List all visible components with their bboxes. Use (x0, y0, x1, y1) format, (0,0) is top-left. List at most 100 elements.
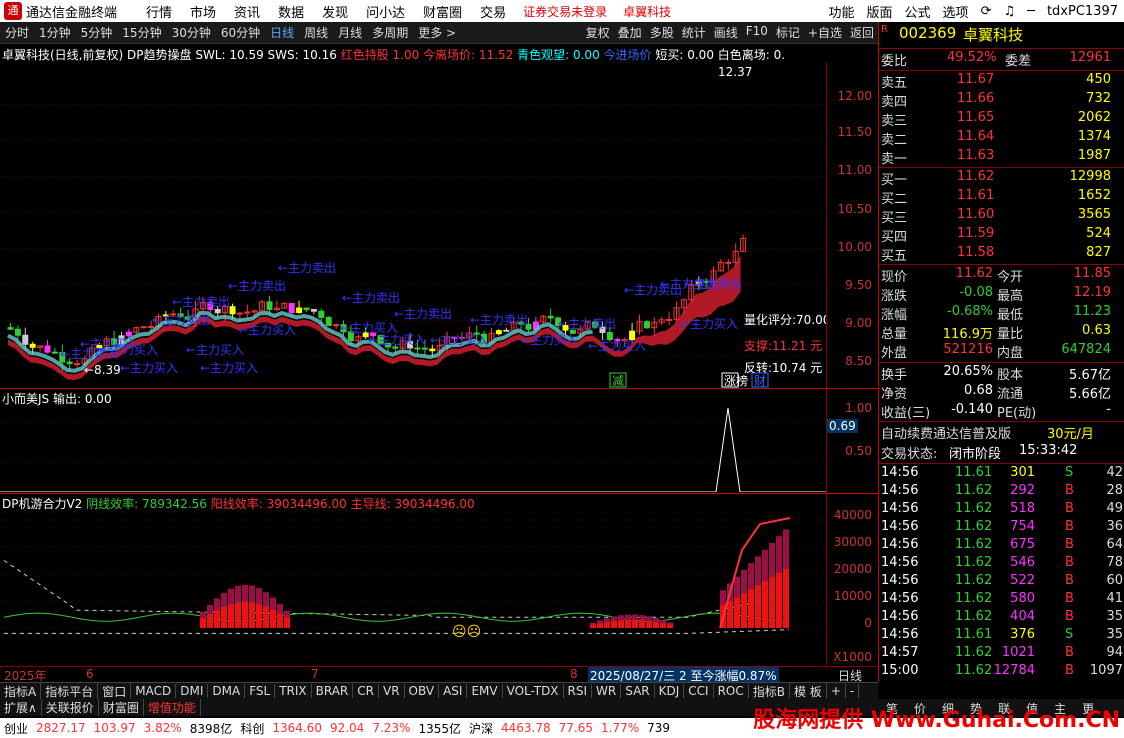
indicator-tab[interactable]: SAR (621, 684, 655, 698)
period-tab-fenshi[interactable]: 分时 (5, 24, 29, 41)
menu-market2[interactable]: 市场 (190, 2, 216, 21)
stat-row[interactable]: 现价 11.62 今开 11.85 (879, 266, 1124, 285)
indicator-tab[interactable]: RSI (564, 684, 593, 698)
tick-row[interactable]: 14:56 11.62 754 B 36 (879, 519, 1124, 538)
indicator-tab[interactable]: FSL (245, 684, 276, 698)
indicator-tab[interactable]: 指标B (749, 682, 790, 700)
ask-row[interactable]: 卖四 11.66 732 (879, 91, 1124, 110)
period-tab-5min[interactable]: 5分钟 (81, 24, 113, 41)
ask-row[interactable]: 卖二 11.64 1374 (879, 129, 1124, 148)
indicator-tab[interactable]: 指标A (0, 682, 42, 700)
menu-wealth[interactable]: 财富圈 (423, 2, 462, 21)
indicator-tab[interactable]: BRAR (312, 684, 354, 698)
tick-row[interactable]: 14:56 11.62 546 B 78 (879, 555, 1124, 574)
stat2-row[interactable]: 收益(三) -0.140 PE(动) - (879, 402, 1124, 421)
toolbar-mark[interactable]: 标记 (776, 24, 800, 41)
toolbar-draw[interactable]: 画线 (714, 24, 738, 41)
toolbar-back[interactable]: 返回 (850, 24, 874, 41)
indicator-tab[interactable]: DMI (176, 684, 209, 698)
period-tab-60min[interactable]: 60分钟 (221, 24, 260, 41)
indicator-tab[interactable]: 窗口 (98, 682, 132, 700)
stat-row[interactable]: 涨跌 -0.08 最高 12.19 (879, 285, 1124, 304)
idx-cy-name[interactable]: 创业 (4, 720, 28, 737)
sub1-chart[interactable] (0, 404, 826, 492)
quote-ratio-row[interactable]: 委比 49.52% 委差 12961 (879, 50, 1124, 69)
indicator-tab[interactable]: 模 板 (790, 682, 827, 700)
ad-row[interactable]: 自动续费通达信普及版 30元/月 (879, 423, 1124, 442)
minimize-icon[interactable]: ─ (1027, 4, 1035, 19)
bid-row[interactable]: 买四 11.59 524 (879, 226, 1124, 245)
period-tab-daily[interactable]: 日线 (270, 24, 294, 41)
indicator-tab[interactable]: DMA (208, 684, 246, 698)
indicator-tab[interactable]: EMV (467, 684, 503, 698)
tick-row[interactable]: 14:56 11.61 301 S 42 (879, 465, 1124, 484)
indicator-tab[interactable]: ASI (439, 684, 468, 698)
toolbar-fuquan[interactable]: 复权 (586, 24, 610, 41)
tick-row[interactable]: 15:00 11.62 12784 B 1097 (879, 663, 1124, 682)
indicator-tab[interactable]: VOL-TDX (503, 684, 564, 698)
extension-tab[interactable]: 财富圈 (99, 699, 144, 716)
bid-row[interactable]: 买二 11.61 1652 (879, 188, 1124, 207)
sub2-chart[interactable]: ☹☹ (0, 510, 826, 665)
indicator-tab[interactable]: VR (379, 684, 405, 698)
tick-row[interactable]: 14:56 11.62 404 B 35 (879, 609, 1124, 628)
toolbar-multistock[interactable]: 多股 (650, 24, 674, 41)
period-tab-1min[interactable]: 1分钟 (39, 24, 71, 41)
bid-row[interactable]: 买一 11.62 12998 (879, 169, 1124, 188)
tick-row[interactable]: 14:56 11.62 675 B 64 (879, 537, 1124, 556)
login-warning[interactable]: 证券交易未登录 (523, 3, 607, 20)
tick-row[interactable]: 14:56 11.62 518 B 49 (879, 501, 1124, 520)
indicator-tab[interactable]: MACD (131, 684, 177, 698)
menu-ask[interactable]: 问小达 (366, 2, 405, 21)
indicator-tab[interactable]: + (827, 684, 846, 698)
ask-row[interactable]: 卖五 11.67 450 (879, 72, 1124, 91)
indicator-tab[interactable]: OBV (405, 684, 440, 698)
period-tab-30min[interactable]: 30分钟 (172, 24, 211, 41)
ask-row[interactable]: 卖三 11.65 2062 (879, 110, 1124, 129)
toolbar-add-watch[interactable]: +自选 (808, 24, 842, 41)
period-tab-more[interactable]: 更多 > (418, 24, 456, 41)
stat2-row[interactable]: 净资 0.68 流通 5.66亿 (879, 383, 1124, 402)
period-tab-multi[interactable]: 多周期 (372, 24, 408, 41)
main-kline-chart[interactable]: 12.37←8.39量化评分:70.00支撑:11.21 元反转:10.74 元… (0, 62, 826, 388)
indicator-tab[interactable]: ROC (714, 684, 749, 698)
menu-market[interactable]: 行情 (146, 2, 172, 21)
menu-trade[interactable]: 交易 (480, 2, 506, 21)
stat-row[interactable]: 外盘 521216 内盘 647824 (879, 342, 1124, 361)
toolbar-stats[interactable]: 统计 (682, 24, 706, 41)
menu-data[interactable]: 数据 (278, 2, 304, 21)
menu-formula[interactable]: 公式 (905, 2, 931, 21)
tick-row[interactable]: 14:56 11.62 522 B 60 (879, 573, 1124, 592)
extension-tab[interactable]: 扩展∧ (0, 699, 42, 716)
stat-row[interactable]: 总量 116.9万 量比 0.63 (879, 323, 1124, 342)
bid-row[interactable]: 买五 11.58 827 (879, 245, 1124, 264)
menu-function[interactable]: 功能 (829, 2, 855, 21)
stat2-row[interactable]: 换手 20.65% 股本 5.67亿 (879, 364, 1124, 383)
refresh-icon[interactable]: ⟳ (981, 4, 992, 19)
indicator-tab[interactable]: CCI (684, 684, 714, 698)
period-tab-monthly[interactable]: 月线 (338, 24, 362, 41)
tick-row[interactable]: 14:56 11.62 292 B 28 (879, 483, 1124, 502)
trade-status-row[interactable]: 交易状态: 闭市阶段 15:33:42 (879, 443, 1124, 462)
idx-hs-name[interactable]: 沪深 (469, 720, 493, 737)
toolbar-overlay[interactable]: 叠加 (618, 24, 642, 41)
indicator-tab[interactable]: TRIX (275, 684, 312, 698)
toolbar-f10[interactable]: F10 (746, 24, 768, 41)
indicator-tab[interactable]: WR (592, 684, 622, 698)
menu-layout[interactable]: 版面 (867, 2, 893, 21)
stat-row[interactable]: 涨幅 -0.68% 最低 11.23 (879, 304, 1124, 323)
indicator-tab[interactable]: KDJ (655, 684, 685, 698)
period-tab-15min[interactable]: 15分钟 (122, 24, 161, 41)
indicator-tab[interactable]: - (846, 684, 860, 698)
tick-row[interactable]: 14:56 11.61 376 S 35 (879, 627, 1124, 646)
tick-row[interactable]: 14:57 11.62 1021 B 94 (879, 645, 1124, 664)
period-tab-weekly[interactable]: 周线 (304, 24, 328, 41)
menu-news[interactable]: 资讯 (234, 2, 260, 21)
menu-options[interactable]: 选项 (943, 2, 969, 21)
indicator-tab[interactable]: CR (353, 684, 379, 698)
bid-row[interactable]: 买三 11.60 3565 (879, 207, 1124, 226)
bell-icon[interactable]: ♫ (1003, 4, 1015, 19)
indicator-tab[interactable]: 指标平台 (41, 682, 99, 700)
extension-tab[interactable]: 增值功能 (144, 699, 201, 716)
idx-kc-name[interactable]: 科创 (240, 720, 264, 737)
